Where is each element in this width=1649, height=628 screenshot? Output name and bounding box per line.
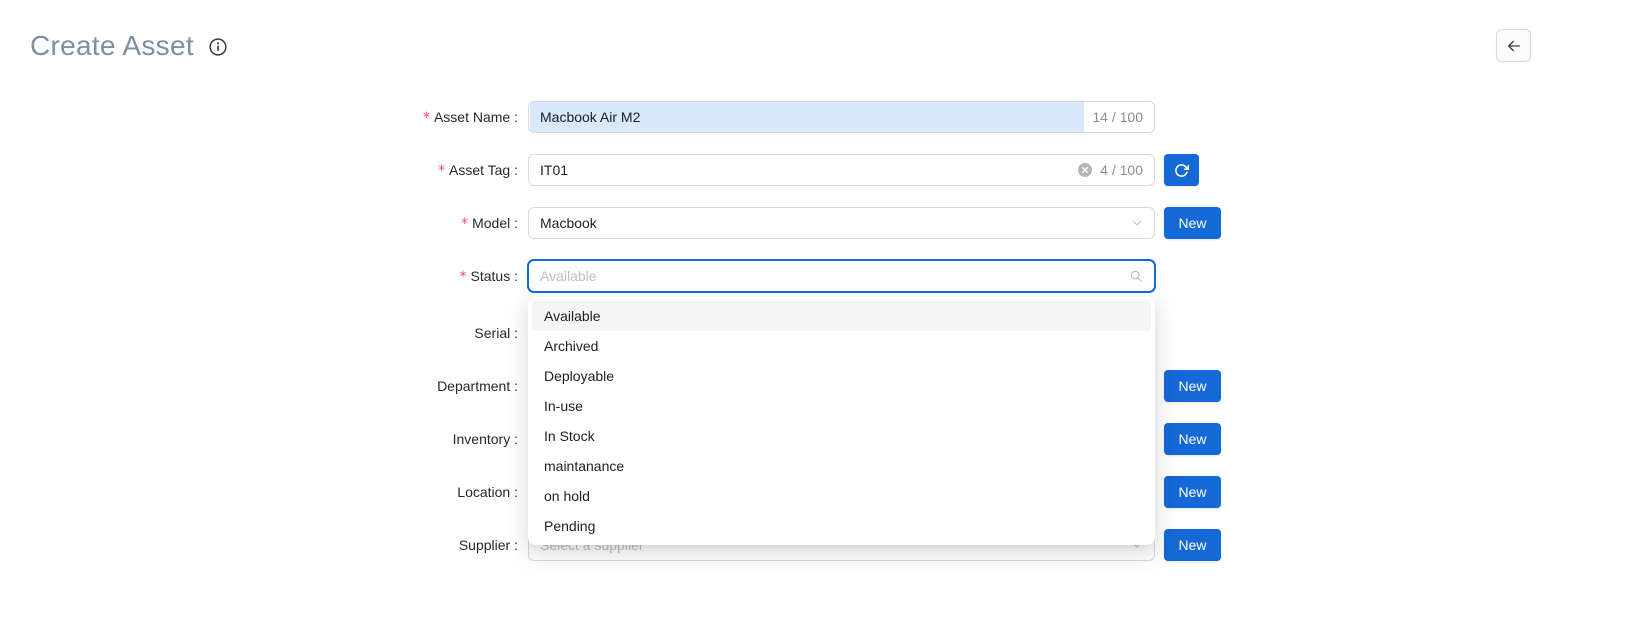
required-asterisk: * — [423, 110, 430, 126]
status-option-label: maintanance — [544, 458, 624, 474]
asset-tag-row: *Asset Tag IT01 4 / 100 — [0, 154, 1649, 186]
status-option[interactable]: on hold — [532, 481, 1151, 511]
status-row: *Status Available Available Archived Dep… — [0, 260, 1649, 292]
supplier-label: Supplier — [0, 537, 528, 553]
sync-icon — [1174, 163, 1189, 178]
chevron-down-icon — [1131, 217, 1143, 229]
magnifier-icon — [1129, 269, 1143, 283]
model-value: Macbook — [540, 215, 1123, 231]
status-option[interactable]: Deployable — [532, 361, 1151, 391]
status-option[interactable]: Pending — [532, 511, 1151, 541]
status-option[interactable]: Archived — [532, 331, 1151, 361]
status-option[interactable]: In-use — [532, 391, 1151, 421]
status-option[interactable]: Available — [532, 301, 1151, 331]
status-option[interactable]: maintanance — [532, 451, 1151, 481]
status-option-label: Archived — [544, 338, 598, 354]
info-circle-icon[interactable] — [209, 38, 227, 56]
close-circle-icon[interactable] — [1078, 163, 1092, 177]
arrow-left-icon — [1506, 38, 1522, 54]
regenerate-tag-button[interactable] — [1164, 154, 1199, 186]
asset-name-input[interactable]: Macbook Air M2 14 / 100 — [528, 101, 1155, 133]
status-option[interactable]: In Stock — [532, 421, 1151, 451]
status-control: Available Available Archived Deployable … — [528, 260, 1155, 292]
status-option-label: Available — [544, 308, 601, 324]
status-select[interactable]: Available — [528, 260, 1155, 292]
model-row: *Model Macbook New — [0, 207, 1649, 239]
status-label: *Status — [0, 268, 528, 285]
asset-tag-input[interactable]: IT01 4 / 100 — [528, 154, 1155, 186]
status-option-label: Pending — [544, 518, 595, 534]
new-department-button[interactable]: New — [1164, 370, 1221, 402]
department-label: Department — [0, 378, 528, 394]
new-supplier-button[interactable]: New — [1164, 529, 1221, 561]
serial-label: Serial — [0, 325, 528, 341]
asset-name-counter: 14 / 100 — [1092, 109, 1143, 125]
create-asset-form: *Asset Name Macbook Air M2 14 / 100 *Ass… — [0, 101, 1649, 561]
model-control: Macbook — [528, 207, 1155, 239]
asset-name-control: Macbook Air M2 14 / 100 — [528, 101, 1155, 133]
page-title: Create Asset — [30, 24, 194, 68]
asset-tag-counter: 4 / 100 — [1100, 162, 1143, 178]
status-option-label: In Stock — [544, 428, 595, 444]
model-select[interactable]: Macbook — [528, 207, 1155, 239]
new-inventory-button[interactable]: New — [1164, 423, 1221, 455]
model-label: *Model — [0, 215, 528, 232]
new-model-button[interactable]: New — [1164, 207, 1221, 239]
asset-name-label: *Asset Name — [0, 109, 528, 126]
asset-name-value: Macbook Air M2 — [530, 102, 1084, 132]
required-asterisk: * — [438, 163, 445, 179]
status-option-label: Deployable — [544, 368, 614, 384]
back-button[interactable] — [1496, 29, 1531, 62]
page-header: Create Asset — [0, 0, 1649, 68]
required-asterisk: * — [461, 216, 468, 232]
status-dropdown: Available Archived Deployable In-use In … — [528, 297, 1155, 545]
asset-tag-label: *Asset Tag — [0, 162, 528, 179]
location-label: Location — [0, 484, 528, 500]
status-option-label: on hold — [544, 488, 590, 504]
required-asterisk: * — [460, 269, 467, 285]
status-option-label: In-use — [544, 398, 583, 414]
status-placeholder: Available — [540, 268, 1121, 284]
new-location-button[interactable]: New — [1164, 476, 1221, 508]
asset-tag-value: IT01 — [540, 162, 1070, 178]
status-dropdown-options: Available Archived Deployable In-use In … — [532, 301, 1151, 541]
asset-tag-control: IT01 4 / 100 — [528, 154, 1155, 186]
inventory-label: Inventory — [0, 431, 528, 447]
asset-name-row: *Asset Name Macbook Air M2 14 / 100 — [0, 101, 1649, 133]
